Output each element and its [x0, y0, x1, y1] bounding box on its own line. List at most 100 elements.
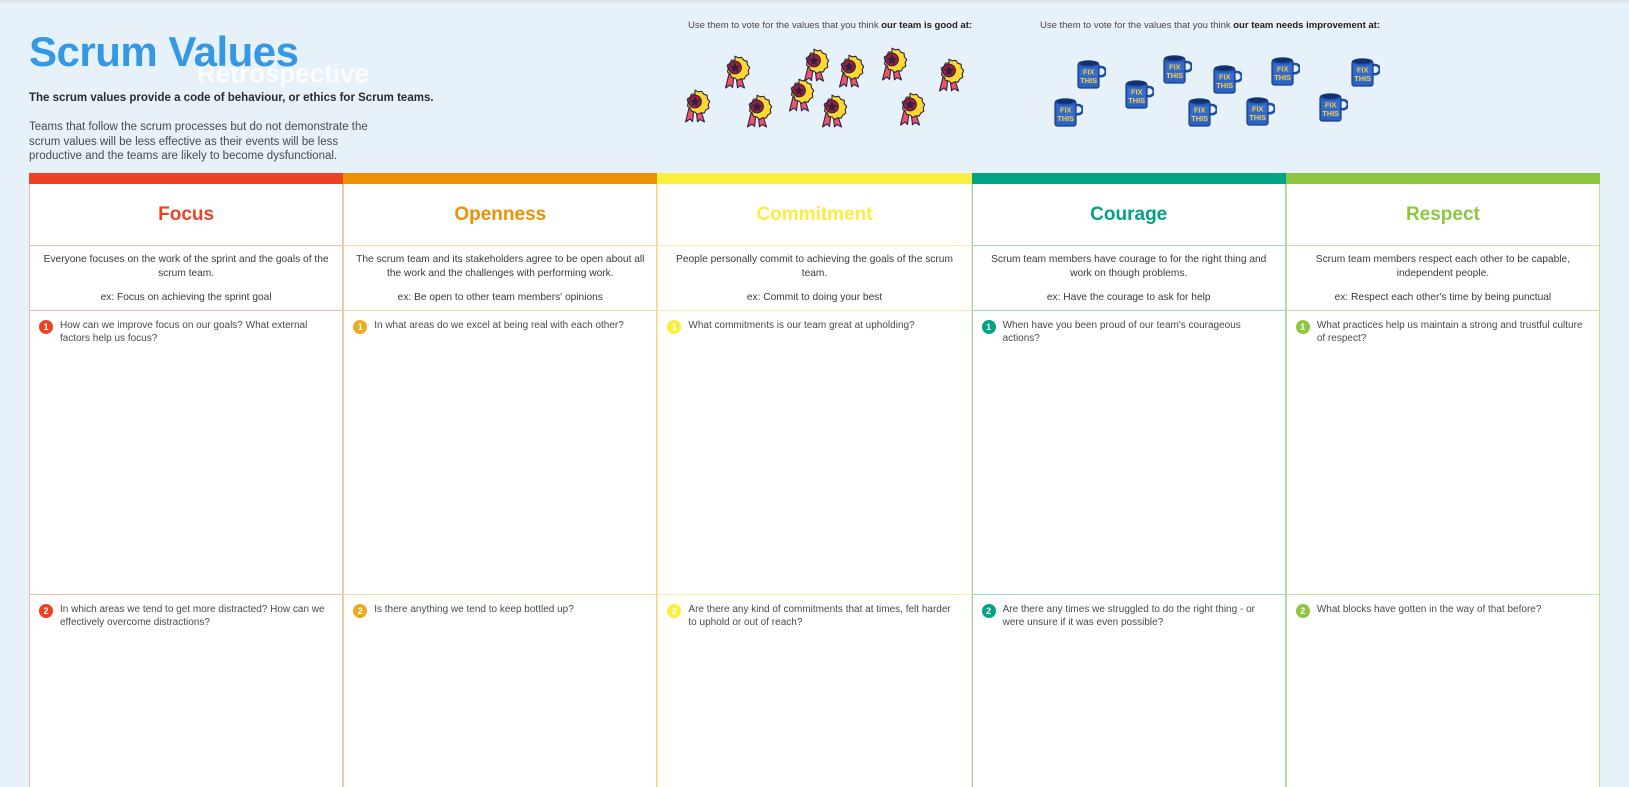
question-text: Are there any kind of commitments that a…: [688, 604, 951, 628]
question-number-badge: 1: [667, 320, 682, 334]
column-definition: Scrum team members respect each other to…: [1315, 254, 1571, 279]
column-title: Respect: [1405, 203, 1480, 225]
award-ribbon-icon[interactable]: [832, 53, 866, 91]
value-column-respect: Respect Scrum team members respect each o…: [1285, 173, 1601, 787]
column-example: ex: Respect each other's time by being p…: [1334, 292, 1552, 303]
question-cell-2[interactable]: 2 In which areas we tend to get more dist…: [29, 594, 344, 787]
title-wrap: Retrospective Scrum Values: [29, 24, 449, 88]
column-accent-bar: [29, 173, 344, 184]
question-cell-1[interactable]: 1 When have you been proud of our team's …: [971, 310, 1286, 594]
question-text: What blocks have gotten in the way of th…: [1316, 604, 1542, 615]
question-cell-1[interactable]: 1 What practices help us maintain a stron…: [1285, 310, 1601, 594]
column-header: Commitment: [657, 184, 972, 245]
fix-this-mug-icon[interactable]: FIX THIS: [1160, 50, 1194, 86]
board-header: Retrospective Scrum Values The scrum val…: [29, 24, 449, 164]
column-title: Focus: [158, 203, 215, 225]
sticker-zone-mugs: Use them to vote for the values that you…: [1010, 20, 1410, 150]
question-number-badge: 2: [39, 604, 53, 618]
fix-this-mug-icon[interactable]: FIX THIS: [1210, 60, 1244, 96]
svg-text:THIS: THIS: [1057, 114, 1074, 123]
fix-this-mug-icon[interactable]: FIX THIS: [1185, 93, 1219, 129]
column-description-cell: Scrum team members have courage to for t…: [971, 245, 1286, 310]
award-ribbon-icon[interactable]: [718, 54, 752, 92]
column-header: Respect: [1285, 184, 1601, 245]
column-description-cell: The scrum team and its stakeholders agre…: [343, 245, 658, 310]
column-accent-bar: [657, 173, 972, 184]
caption-emphasis: our team is good at:: [881, 20, 973, 31]
fix-this-mug-icon[interactable]: FIX THIS: [1316, 88, 1350, 124]
sticker-zone-caption-mugs: Use them to vote for the values that you…: [1010, 20, 1410, 31]
column-example: ex: Have the courage to ask for help: [1046, 292, 1211, 303]
column-definition: Everyone focuses on the work of the spri…: [43, 254, 329, 279]
column-title: Courage: [1090, 203, 1168, 225]
question-number-badge: 2: [1295, 604, 1310, 618]
column-title: Commitment: [756, 203, 873, 225]
fix-this-mug-icon[interactable]: FIX THIS: [1051, 93, 1085, 129]
award-ribbon-icon[interactable]: [815, 93, 849, 131]
sticker-zone-caption-medals: Use them to vote for the values that you…: [640, 20, 1020, 31]
award-ribbon-icon[interactable]: [678, 88, 712, 126]
value-column-openness: Openness The scrum team and its stakehold…: [343, 173, 658, 787]
award-ribbon-icon[interactable]: [740, 93, 774, 131]
question-number-badge: 1: [353, 320, 368, 334]
svg-text:THIS: THIS: [1274, 73, 1291, 82]
fix-this-mug-icon[interactable]: FIX THIS: [1268, 52, 1302, 88]
page-title: Scrum Values: [29, 28, 299, 75]
top-divider: [0, 0, 1629, 3]
question-cell-2[interactable]: 2 Is there anything we tend to keep bottl…: [343, 594, 658, 787]
question-cell-2[interactable]: 2 What blocks have gotten in the way of t…: [1285, 594, 1601, 787]
question-number-badge: 2: [667, 604, 682, 618]
question-cell-1[interactable]: 1 How can we improve focus on our goals? …: [29, 310, 344, 594]
column-definition: People personally commit to achieving th…: [676, 254, 953, 279]
board-subtitle: The scrum values provide a code of behav…: [29, 92, 434, 104]
svg-text:THIS: THIS: [1191, 114, 1208, 123]
sticker-zone-medals: Use them to vote for the values that you…: [640, 20, 1020, 150]
svg-text:THIS: THIS: [1322, 109, 1339, 118]
caption-prefix: Use them to vote for the values that you…: [687, 20, 882, 31]
column-description-cell: Everyone focuses on the work of the spri…: [29, 245, 344, 310]
question-text: In which areas we tend to get more distr…: [60, 604, 325, 628]
question-number-badge: 2: [353, 604, 368, 618]
svg-text:THIS: THIS: [1166, 71, 1183, 80]
value-column-focus: Focus Everyone focuses on the work of the…: [29, 173, 344, 787]
column-header: Openness: [343, 184, 658, 245]
caption-emphasis: our team needs improvement at:: [1233, 20, 1381, 31]
scrum-values-board-page: Retrospective Scrum Values The scrum val…: [0, 0, 1629, 787]
column-definition: Scrum team members have courage to for t…: [991, 254, 1267, 279]
fix-this-mug-icon[interactable]: FIX THIS: [1348, 53, 1382, 89]
fix-this-mug-icon[interactable]: FIX THIS: [1122, 75, 1156, 111]
svg-text:THIS: THIS: [1249, 113, 1266, 122]
question-cell-1[interactable]: 1 In what areas do we excel at being real…: [343, 310, 658, 594]
question-cell-1[interactable]: 1 What commitments is our team great at u…: [657, 310, 972, 594]
award-ribbon-icon[interactable]: [893, 91, 927, 129]
column-definition: The scrum team and its stakeholders agre…: [356, 254, 645, 279]
column-description-cell: Scrum team members respect each other to…: [1285, 245, 1601, 310]
column-example: ex: Focus on achieving the sprint goal: [100, 292, 272, 303]
award-ribbon-icon[interactable]: [797, 47, 831, 85]
question-number-badge: 2: [981, 604, 996, 618]
svg-text:THIS: THIS: [1128, 96, 1145, 105]
column-example: ex: Commit to doing your best: [746, 292, 883, 303]
question-text: What practices help us maintain a strong…: [1316, 320, 1583, 344]
board-description: Teams that follow the scrum processes bu…: [29, 121, 368, 162]
values-board: Focus Everyone focuses on the work of the…: [29, 173, 1601, 787]
fix-this-mug-icon[interactable]: FIX THIS: [1074, 55, 1108, 91]
column-accent-bar: [971, 173, 1286, 184]
column-header: Courage: [971, 184, 1286, 245]
column-example: ex: Be open to other team members' opini…: [397, 292, 603, 303]
question-cell-2[interactable]: 2 Are there any kind of commitments that …: [657, 594, 972, 787]
svg-text:THIS: THIS: [1080, 76, 1097, 85]
question-number-badge: 1: [981, 320, 996, 334]
question-text: When have you been proud of our team's c…: [1002, 320, 1241, 344]
award-ribbon-icon[interactable]: [875, 46, 909, 84]
column-accent-bar: [1285, 173, 1601, 184]
column-accent-bar: [343, 173, 658, 184]
value-column-courage: Courage Scrum team members have courage t…: [971, 173, 1286, 787]
question-text: Are there any times we struggled to do t…: [1002, 604, 1255, 628]
award-ribbon-icon[interactable]: [932, 57, 966, 95]
svg-text:THIS: THIS: [1354, 74, 1371, 83]
question-text: Is there anything we tend to keep bottle…: [374, 604, 574, 615]
question-text: In what areas do we excel at being real …: [374, 320, 624, 331]
question-cell-2[interactable]: 2 Are there any times we struggled to do …: [971, 594, 1286, 787]
fix-this-mug-icon[interactable]: FIX THIS: [1243, 92, 1277, 128]
